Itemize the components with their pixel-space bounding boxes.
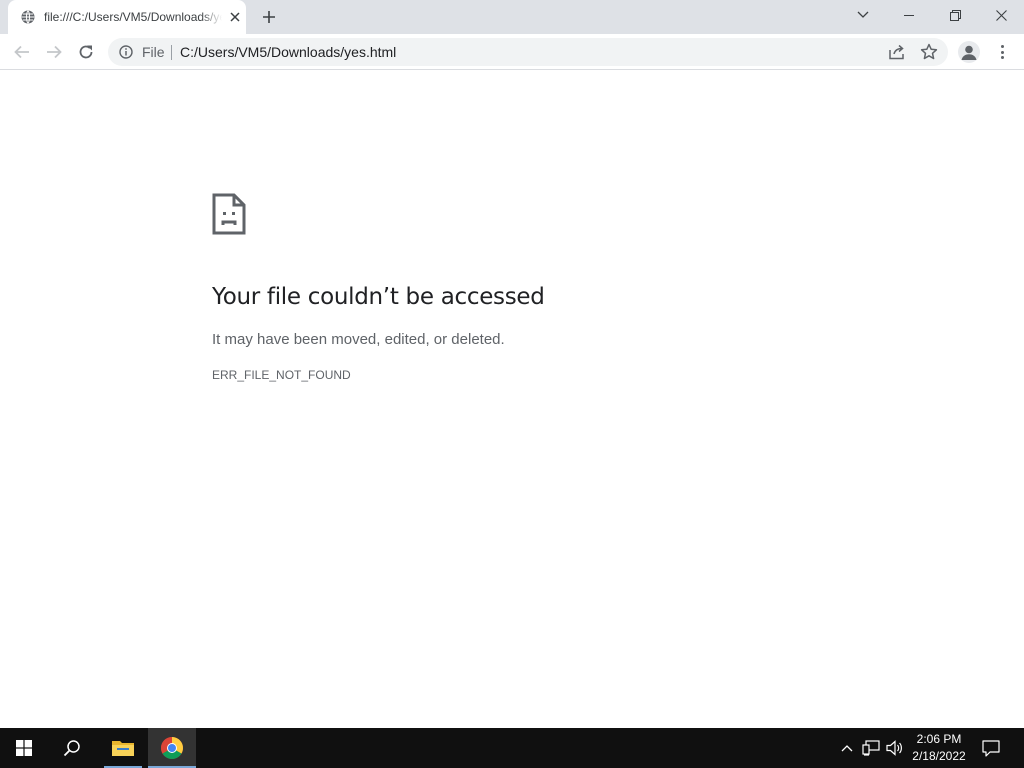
restore-button[interactable] [932, 0, 978, 30]
sad-file-icon [212, 193, 246, 235]
restore-icon [949, 9, 961, 21]
window-close-button[interactable] [978, 0, 1024, 30]
browser-tab[interactable]: file:///C:/Users/VM5/Downloads/yes.html [8, 0, 246, 34]
omnibox-divider [171, 45, 172, 60]
network-button[interactable] [862, 739, 880, 757]
network-icon [862, 740, 880, 756]
file-explorer-button[interactable] [100, 728, 146, 768]
show-hidden-icons-button[interactable] [838, 739, 856, 757]
new-tab-button[interactable] [259, 7, 279, 27]
page-content: Your file couldn’t be accessed It may ha… [0, 71, 1024, 728]
minimize-button[interactable] [886, 0, 932, 30]
browser-toolbar: File C:/Users/VM5/Downloads/yes.html [0, 34, 1024, 70]
error-title: Your file couldn’t be accessed [212, 284, 545, 310]
search-icon [63, 740, 80, 757]
taskbar: 2:06 PM 2/18/2022 [0, 728, 1024, 768]
tab-search-button[interactable] [840, 0, 886, 30]
forward-arrow-icon [47, 45, 62, 59]
volume-button[interactable] [886, 739, 904, 757]
back-arrow-icon [14, 45, 29, 59]
tab-close-button[interactable] [227, 9, 243, 25]
system-clock[interactable]: 2:06 PM 2/18/2022 [906, 731, 972, 765]
info-icon[interactable] [119, 45, 133, 59]
start-button[interactable] [0, 728, 48, 768]
reload-icon [79, 45, 93, 59]
notification-icon [982, 739, 1000, 757]
minimize-icon [904, 15, 914, 16]
back-button[interactable] [8, 38, 36, 66]
reload-button[interactable] [72, 38, 100, 66]
action-center-button[interactable] [982, 739, 1000, 757]
chrome-icon [161, 737, 183, 759]
windows-start-icon [16, 740, 32, 756]
error-code: ERR_FILE_NOT_FOUND [212, 368, 351, 382]
tab-search-icon [857, 11, 869, 18]
search-button[interactable] [48, 728, 96, 768]
forward-button[interactable] [40, 38, 68, 66]
file-explorer-icon [112, 741, 134, 756]
volume-icon [886, 740, 902, 756]
profile-button[interactable] [958, 41, 980, 63]
close-icon [230, 12, 240, 22]
error-description: It may have been moved, edited, or delet… [212, 331, 505, 348]
plus-icon [263, 11, 275, 23]
url-scheme-chip[interactable]: File [142, 44, 165, 60]
kebab-menu-icon [1000, 45, 1004, 48]
person-icon [961, 45, 977, 60]
url-text[interactable]: C:/Users/VM5/Downloads/yes.html [180, 44, 396, 60]
clock-date: 2/18/2022 [912, 749, 966, 763]
tab-title: file:///C:/Users/VM5/Downloads/yes.html [44, 10, 222, 24]
chevron-up-icon [841, 745, 853, 752]
share-icon[interactable] [888, 44, 906, 60]
tab-strip: file:///C:/Users/VM5/Downloads/yes.html [0, 0, 1024, 34]
star-icon[interactable] [920, 43, 938, 61]
chrome-taskbar-button[interactable] [148, 728, 196, 768]
clock-time: 2:06 PM [916, 732, 962, 746]
close-icon [995, 9, 1007, 21]
address-bar[interactable]: File C:/Users/VM5/Downloads/yes.html [108, 38, 948, 66]
globe-icon [21, 10, 35, 24]
browser-menu-button[interactable] [994, 43, 1010, 61]
